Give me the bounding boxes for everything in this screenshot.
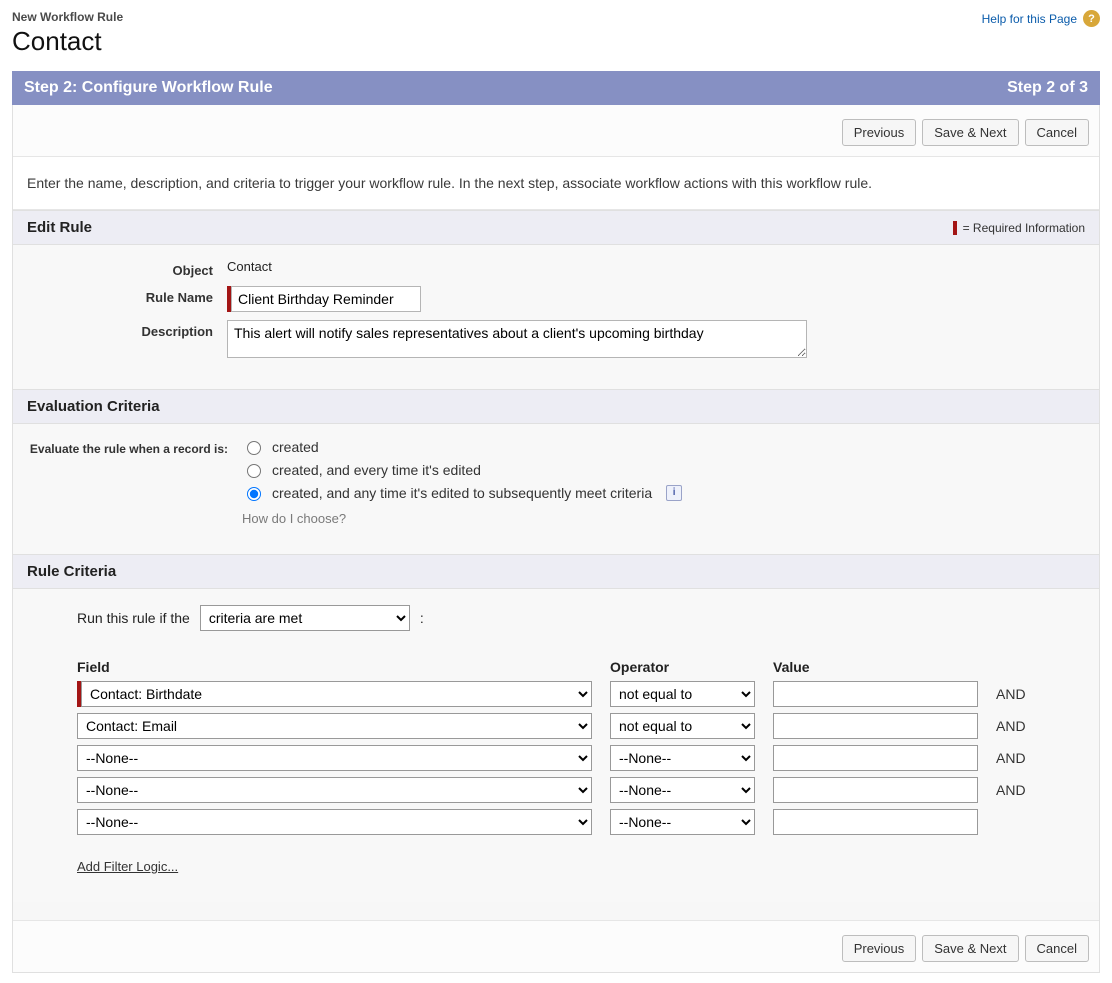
add-filter-logic-link[interactable]: Add Filter Logic... [77,859,178,874]
cancel-button-bottom[interactable]: Cancel [1025,935,1089,962]
evaluation-criteria-title: Evaluation Criteria [27,398,160,415]
criteria-value-input[interactable] [773,809,978,835]
criteria-field-select[interactable]: Contact: Birthdate [81,681,592,707]
step-title: Step 2: Configure Workflow Rule [24,79,273,97]
instructions-text: Enter the name, description, and criteri… [13,157,1099,210]
radio-created-every-edit[interactable] [247,464,261,478]
required-indicator-icon [953,221,957,235]
criteria-operator-select[interactable]: not equal to [610,681,755,707]
object-label: Object [27,259,227,278]
criteria-field-select[interactable]: --None-- [77,745,592,771]
criteria-table: Field Operator Value Contact: Birthdate n… [77,659,1085,835]
criteria-field-select[interactable]: --None-- [77,777,592,803]
col-header-field: Field [77,659,592,675]
criteria-value-input[interactable] [773,681,978,707]
criteria-field-select[interactable]: Contact: Email [77,713,592,739]
previous-button-bottom[interactable]: Previous [842,935,917,962]
evaluation-criteria-form: Evaluate the rule when a record is: crea… [13,424,1099,554]
step-bar: Step 2: Configure Workflow Rule Step 2 o… [12,71,1100,105]
col-header-value: Value [773,659,978,675]
description-label: Description [27,320,227,339]
rule-name-input[interactable] [231,286,421,312]
criteria-operator-select[interactable]: not equal to [610,713,755,739]
page-header: New Workflow Rule Contact Help for this … [12,10,1100,57]
radio-created[interactable] [247,441,261,455]
rule-condition-select[interactable]: criteria are met [200,605,410,631]
help-icon: ? [1083,10,1100,27]
evaluation-criteria-header: Evaluation Criteria [13,389,1099,424]
criteria-and-label: AND [996,782,1036,798]
criteria-value-input[interactable] [773,777,978,803]
radio-created-every-edit-label: created, and every time it's edited [272,462,481,478]
edit-rule-form: Object Contact Rule Name Description Thi… [13,245,1099,389]
criteria-row: --None-- --None-- [77,809,1085,835]
save-next-button-bottom[interactable]: Save & Next [922,935,1018,962]
evaluate-when-label: Evaluate the rule when a record is: [27,438,242,456]
criteria-value-input[interactable] [773,745,978,771]
rule-criteria-title: Rule Criteria [27,563,116,580]
criteria-field-select[interactable]: --None-- [77,809,592,835]
page-title: Contact [12,26,123,57]
info-icon[interactable]: i [666,485,682,501]
previous-button[interactable]: Previous [842,119,917,146]
breadcrumb: New Workflow Rule [12,10,123,24]
rule-criteria-header: Rule Criteria [13,554,1099,589]
criteria-operator-select[interactable]: --None-- [610,745,755,771]
criteria-operator-select[interactable]: --None-- [610,777,755,803]
criteria-row: --None-- --None-- AND [77,777,1085,803]
criteria-value-input[interactable] [773,713,978,739]
radio-created-meet-criteria-label: created, and any time it's edited to sub… [272,485,652,501]
criteria-row: --None-- --None-- AND [77,745,1085,771]
object-value: Contact [227,259,1085,274]
rule-criteria-form: Run this rule if the criteria are met : … [13,589,1099,902]
description-textarea[interactable]: This alert will notify sales representat… [227,320,807,358]
help-for-page-link[interactable]: Help for this Page ? [982,10,1100,27]
action-buttons-top: Previous Save & Next Cancel [13,105,1099,157]
radio-created-label: created [272,439,319,455]
help-link-text: Help for this Page [982,12,1077,26]
required-info-note: = Required Information [953,221,1085,235]
how-do-i-choose-link[interactable]: How do I choose? [242,511,1085,526]
edit-rule-header: Edit Rule = Required Information [13,210,1099,245]
colon: : [420,610,424,626]
col-header-operator: Operator [610,659,755,675]
criteria-and-label: AND [996,750,1036,766]
run-rule-if-label: Run this rule if the [77,610,190,626]
radio-created-meet-criteria[interactable] [247,487,261,501]
step-progress: Step 2 of 3 [1007,79,1088,97]
criteria-row: Contact: Birthdate not equal to AND [77,681,1085,707]
action-buttons-bottom: Previous Save & Next Cancel [13,920,1099,972]
criteria-and-label: AND [996,718,1036,734]
criteria-and-label: AND [996,686,1036,702]
save-next-button[interactable]: Save & Next [922,119,1018,146]
edit-rule-title: Edit Rule [27,219,92,236]
criteria-row: Contact: Email not equal to AND [77,713,1085,739]
criteria-operator-select[interactable]: --None-- [610,809,755,835]
rule-name-label: Rule Name [27,286,227,305]
cancel-button[interactable]: Cancel [1025,119,1089,146]
